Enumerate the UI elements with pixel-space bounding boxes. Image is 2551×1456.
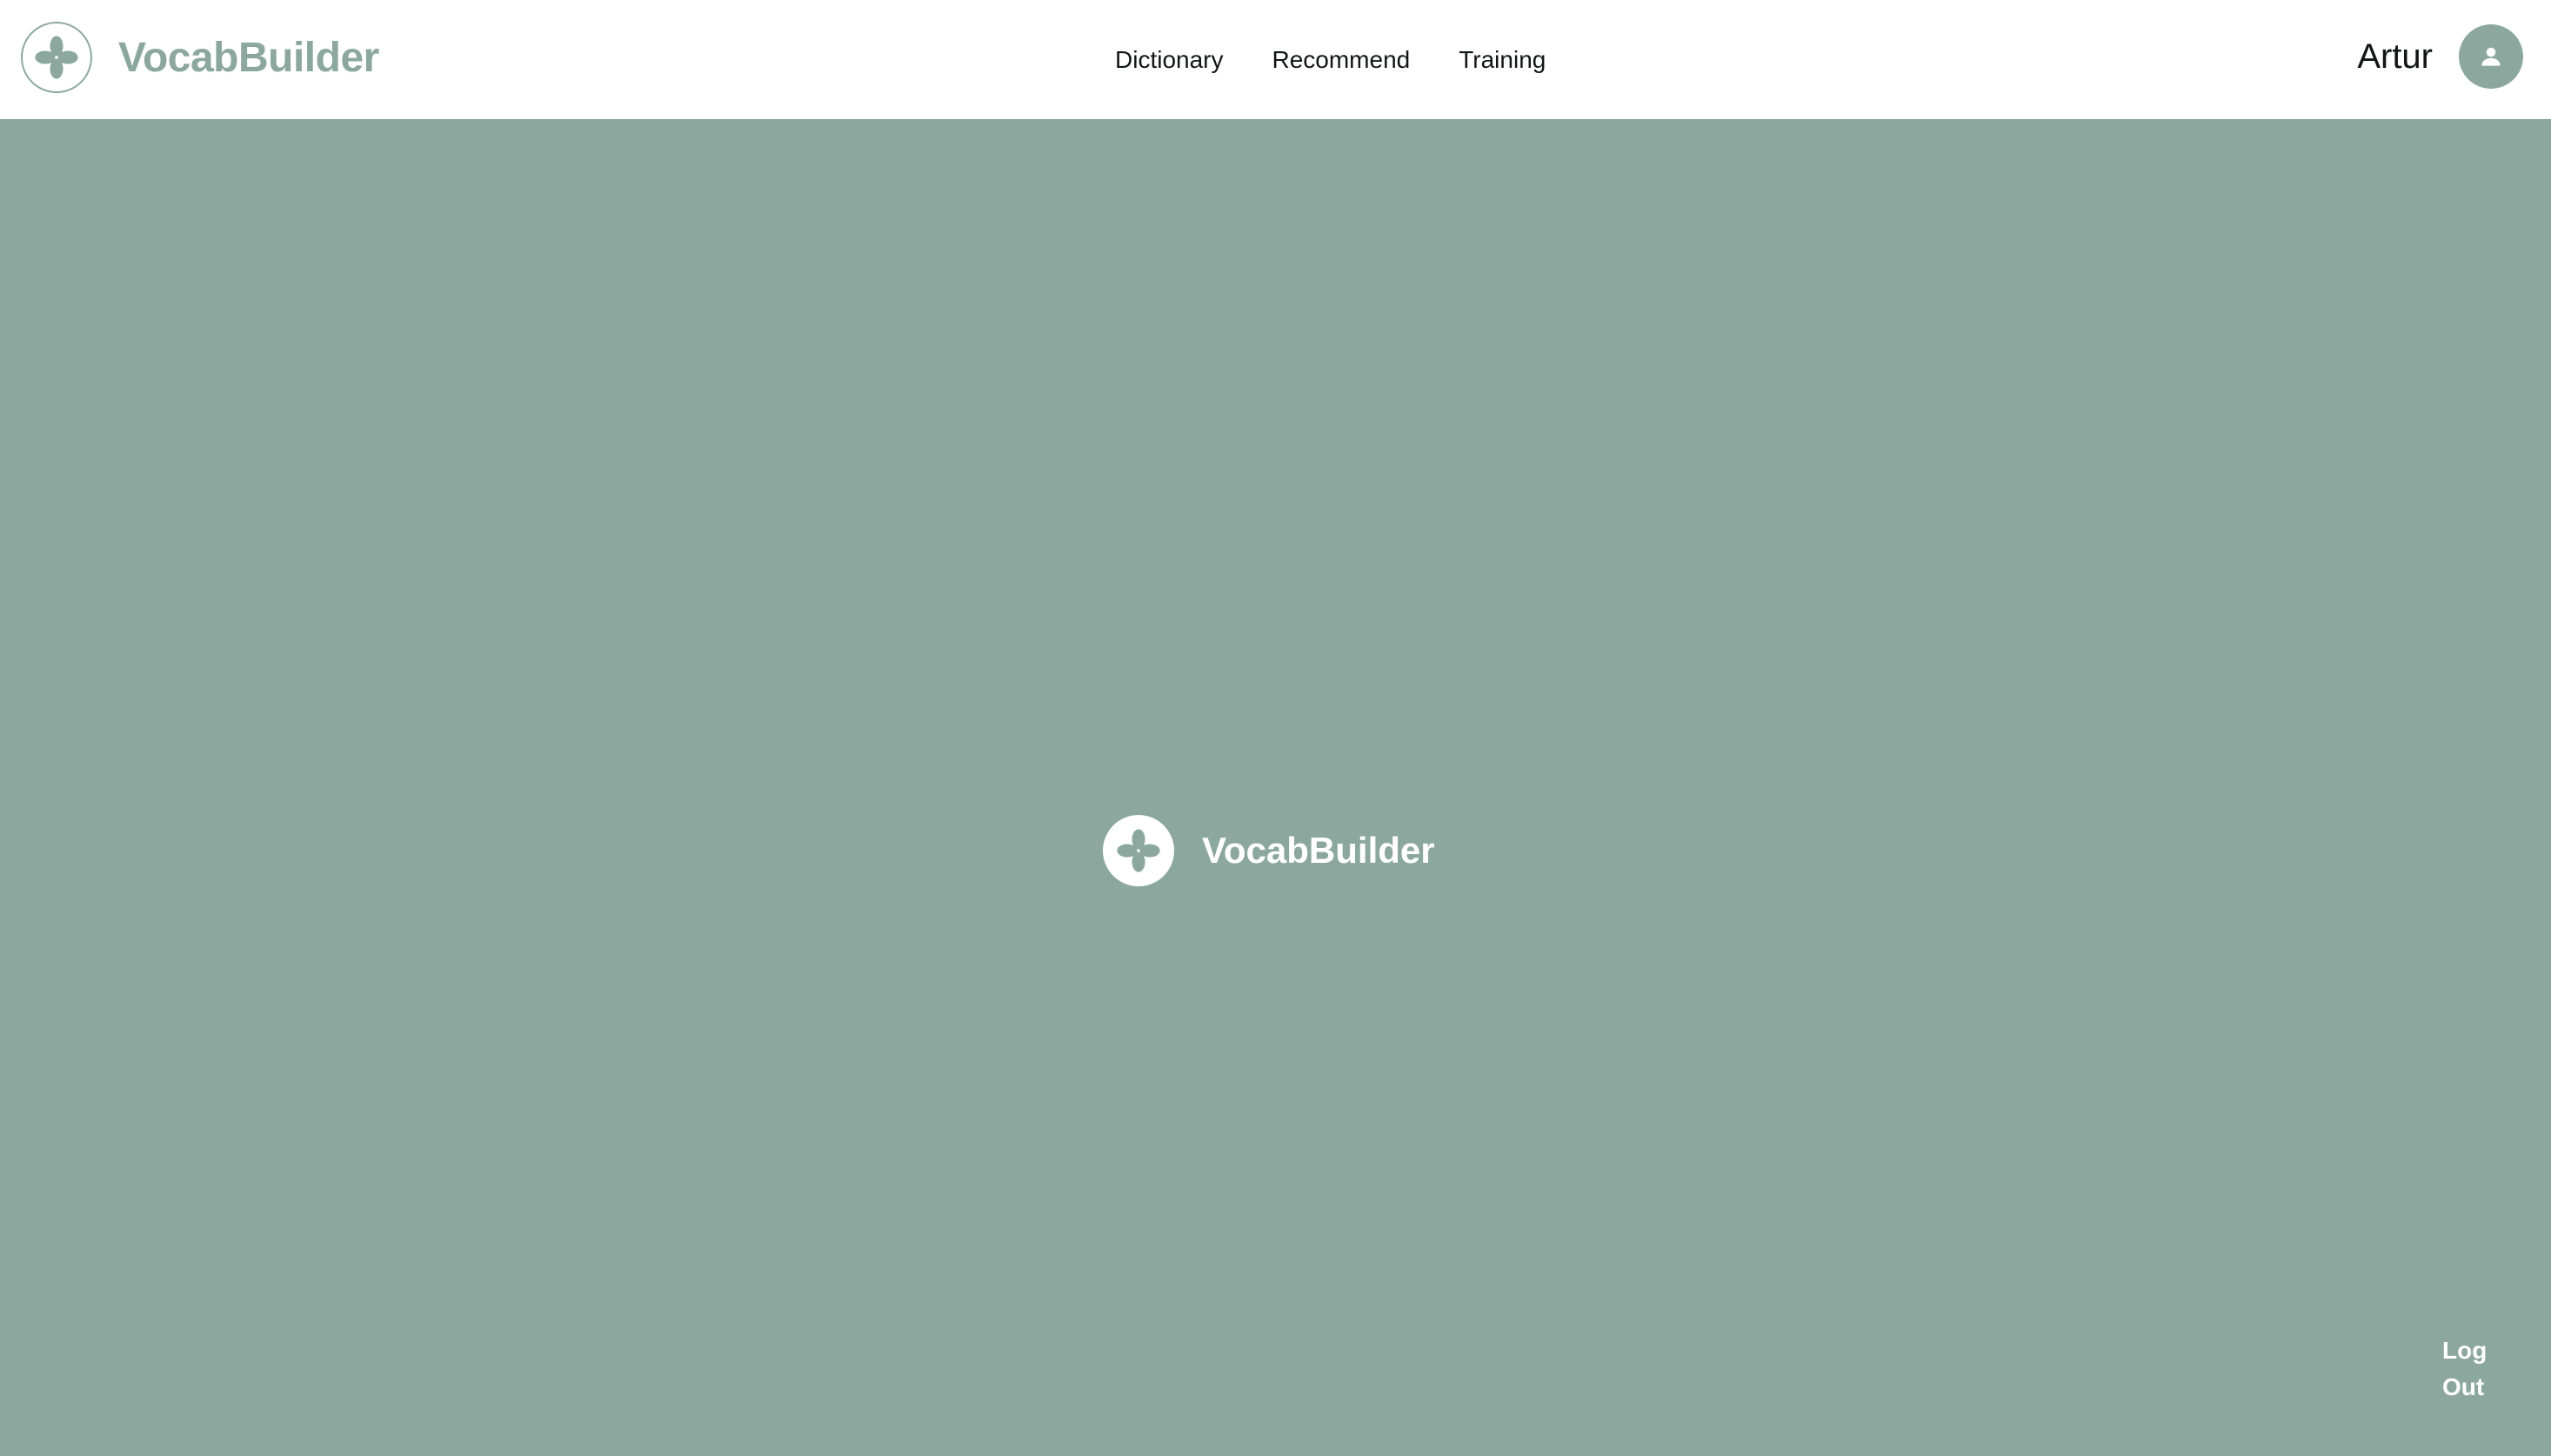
center-brand-name: VocabBuilder — [1202, 830, 1435, 871]
user-menu: Artur — [2357, 24, 2523, 89]
user-icon — [2481, 47, 2501, 66]
user-name: Artur — [2357, 37, 2433, 76]
flower-logo-icon — [1103, 815, 1174, 886]
center-logo: VocabBuilder — [1103, 814, 1435, 887]
main-nav: Dictionary Recommend Training — [1115, 0, 1546, 119]
flower-logo-icon — [21, 22, 92, 93]
nav-dictionary[interactable]: Dictionary — [1115, 46, 1223, 74]
avatar-button[interactable] — [2459, 24, 2523, 89]
app-header: VocabBuilder Dictionary Recommend Traini… — [0, 0, 2551, 119]
brand-name: VocabBuilder — [118, 34, 379, 81]
nav-recommend[interactable]: Recommend — [1272, 46, 1410, 74]
logout-button[interactable]: Log Out — [2442, 1332, 2512, 1406]
nav-training[interactable]: Training — [1459, 46, 1546, 74]
brand-link[interactable]: VocabBuilder — [21, 21, 379, 94]
